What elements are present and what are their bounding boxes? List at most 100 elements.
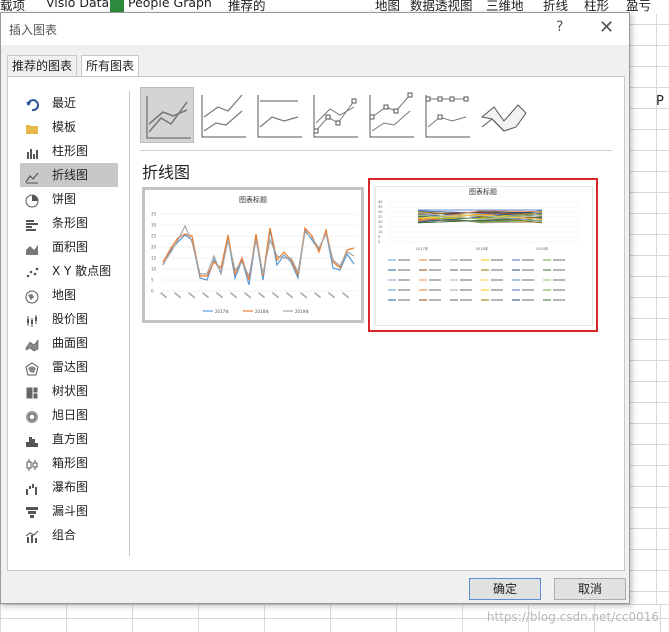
category-label: 曲面图 [52,336,89,350]
preview-legend [388,259,565,301]
legend-2017: 2017年 [215,308,229,314]
x-label-2017: 2017年 [416,246,429,251]
stacked-line-markers-chart-icon [369,92,414,138]
ribbon-people-graph[interactable]: People Graph [128,0,212,10]
sunburst-icon [25,408,39,423]
category-undo[interactable]: 最近 [20,91,118,115]
preview-line-chart: 图表标题 35 30 25 20 15 10 5 0 2017年 2018年 2019年 [151,195,357,314]
category-sunburst[interactable]: 旭日图 [20,403,118,427]
chart-category-list: 最近模板柱形图折线图饼图条形图面积图 X Y 散点图 地图股价图曲面图雷达图树状图旭… [20,91,118,547]
map-chart-icon [25,288,39,304]
category-bar-chart[interactable]: 条形图 [20,211,118,235]
preview-chart-title: 图表标题 [239,195,267,204]
y-tick: 30 [378,210,383,214]
chart-panel: 最近模板柱形图折线图饼图条形图面积图 X Y 散点图 地图股价图曲面图雷达图树状图旭… [7,76,625,571]
bar-chart-icon [25,216,39,231]
chart-preview-series-by-row[interactable]: 图表标题 35 30 25 20 15 10 5 0 2017年 2018年 2019年 [142,187,364,323]
pie-chart-icon [25,192,39,208]
category-box-whisker[interactable]: 箱形图 [20,451,118,475]
subtype-3d-line[interactable] [476,87,530,143]
category-histogram[interactable]: 直方图 [20,427,118,451]
folder-icon [25,120,39,134]
undo-icon [25,96,39,112]
subtype-line-markers[interactable] [308,87,362,143]
y-tick: 15 [151,256,157,261]
category-folder[interactable]: 模板 [20,115,118,139]
y-tick: 40 [378,200,383,204]
x-label-2019: 2019年 [536,246,549,251]
radar-chart-icon [25,360,39,376]
category-stock-chart[interactable]: 股价图 [20,307,118,331]
line-chart-icon [25,168,39,184]
category-label: 旭日图 [52,408,89,422]
x-label-2018: 2018年 [476,246,489,251]
series-2017-line [162,228,355,286]
category-funnel[interactable]: 漏斗图 [20,499,118,523]
y-tick: 25 [378,215,383,219]
category-label: 模板 [52,120,77,134]
stacked-line-chart-icon [201,94,246,138]
funnel-icon [25,504,39,518]
category-surface-chart[interactable]: 曲面图 [20,331,118,355]
y-tick: 5 [378,235,380,239]
category-radar-chart[interactable]: 雷达图 [20,355,118,379]
category-label: 折线图 [52,168,89,182]
category-label: 最近 [52,96,77,110]
y-tick: 10 [151,267,157,272]
category-waterfall[interactable]: 瀑布图 [20,475,118,499]
scatter-chart-icon [25,264,39,278]
column-chart-icon [25,144,39,159]
divider [129,91,130,556]
line-markers-chart-icon [313,95,358,138]
category-label: X Y 散点图 [52,264,112,278]
tab-all-charts[interactable]: 所有图表 [81,55,140,78]
subtype-100-stacked-line[interactable] [252,87,306,143]
subtype-line[interactable] [140,87,194,143]
category-label: 组合 [52,528,77,542]
subtype-100-stacked-line-markers[interactable] [420,87,474,143]
category-treemap[interactable]: 树状图 [20,379,118,403]
section-title: 折线图 [142,163,191,182]
subtype-stacked-line[interactable] [196,87,250,143]
3d-line-chart-icon [480,104,527,132]
close-icon[interactable]: ✕ [599,17,614,38]
category-label: 瀑布图 [52,480,89,494]
100-stacked-line-markers-chart-icon [425,95,470,138]
category-label: 漏斗图 [52,504,89,518]
category-map-chart[interactable]: 地图 [20,283,118,307]
column-header-p[interactable]: P [656,94,664,109]
ribbon-visio[interactable]: Visio Data [46,0,109,10]
legend-2019: 2019年 [295,308,309,314]
y-tick: 5 [151,278,154,283]
ok-button[interactable]: 确定 [469,578,541,600]
category-label: 雷达图 [52,360,89,374]
y-tick: 30 [151,223,157,228]
category-label: 地图 [52,288,77,302]
chart-preview-series-by-column[interactable]: 图表标题 40 35 30 25 20 15 10 5 0 2017年 2018年 2019年 [368,178,598,332]
y-tick: 35 [151,212,157,217]
y-tick: 20 [151,245,157,250]
100-stacked-line-chart-icon [257,95,302,138]
category-label: 饼图 [52,192,77,206]
category-label: 箱形图 [52,456,89,470]
tab-recommended[interactable]: 推荐的图表 [7,55,78,77]
area-chart-icon [25,240,39,255]
category-area-chart[interactable]: 面积图 [20,235,118,259]
cancel-button[interactable]: 取消 [554,578,626,600]
preview-chart-title: 图表标题 [469,187,497,196]
help-button[interactable]: ? [556,19,563,35]
y-tick: 0 [151,289,154,294]
category-column-chart[interactable]: 柱形图 [20,139,118,163]
category-label: 条形图 [52,216,89,230]
category-line-chart[interactable]: 折线图 [20,163,118,187]
category-label: 直方图 [52,432,89,446]
category-label: 面积图 [52,240,89,254]
subtype-stacked-line-markers[interactable] [364,87,418,143]
y-tick: 10 [378,230,383,234]
histogram-icon [25,432,39,447]
category-combo-chart[interactable]: 组合 [20,523,118,547]
category-pie-chart[interactable]: 饼图 [20,187,118,211]
category-label: 柱形图 [52,144,89,158]
category-label: 树状图 [52,384,89,398]
category-scatter-chart[interactable]: X Y 散点图 [20,259,118,283]
